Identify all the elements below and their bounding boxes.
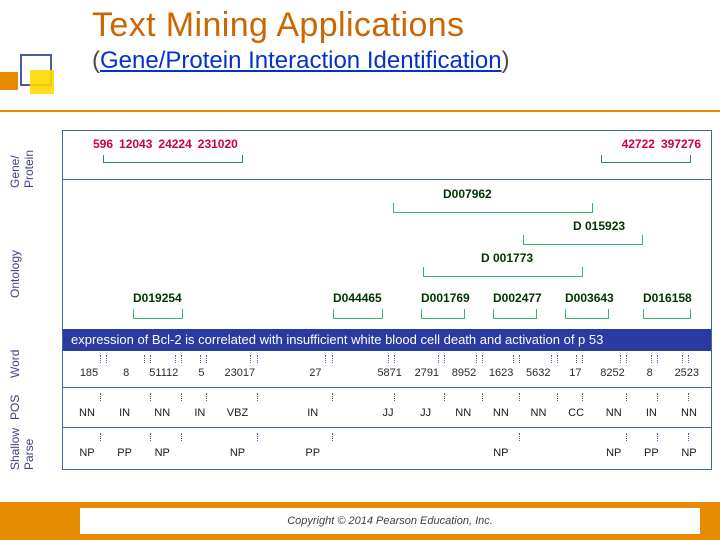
pos-tag-row: NNINNN INVBZIN JJJJNN NNNNCC NNINNN: [75, 407, 701, 419]
row-label-word: Word: [8, 350, 22, 378]
gene-bracket-row: [83, 155, 701, 171]
ontology-code: D044465: [333, 291, 382, 305]
copyright-text: Copyright © 2014 Pearson Education, Inc.: [80, 508, 700, 534]
header-rule: [0, 110, 720, 112]
ontology-code: D 015923: [573, 219, 625, 233]
ontology-code: D007962: [443, 187, 492, 201]
slide-title: Text Mining Applications: [92, 6, 700, 45]
corner-decoration: [0, 42, 54, 96]
row-label-pos: POS: [8, 395, 22, 420]
nlp-diagram: 596 12043 24224 231020 42722 397276 D007…: [62, 130, 712, 470]
ontology-code: D001769: [421, 291, 470, 305]
divider: [63, 387, 711, 388]
gene-id: 397276: [661, 137, 701, 151]
pos-ticks: [75, 393, 701, 405]
gene-id: 596: [93, 137, 113, 151]
gene-id: 24224: [158, 137, 191, 151]
gene-id: 12043: [119, 137, 152, 151]
ontology-bracket: [393, 203, 593, 213]
ontology-code: D 001773: [481, 251, 533, 265]
divider: [63, 427, 711, 428]
ontology-code: D003643: [565, 291, 614, 305]
gene-id: 42722: [622, 137, 655, 151]
footer-bar: Copyright © 2014 Pearson Education, Inc.: [0, 502, 720, 540]
gene-id: 231020: [198, 137, 238, 151]
row-label-ontology: Ontology: [8, 250, 22, 298]
slide-subtitle: (Gene/Protein Interaction Identification…: [92, 47, 700, 75]
parse-tag-row: NPPPNP NPPP NP NPPPNP: [75, 447, 701, 459]
row-label-parse: ShallowParse: [8, 428, 36, 470]
subtitle-link: Gene/Protein Interaction Identification: [100, 47, 502, 74]
ontology-bracket: [423, 267, 583, 277]
parse-ticks: [75, 433, 701, 445]
ontology-bracket: [523, 235, 643, 245]
ontology-code: D016158: [643, 291, 692, 305]
word-id-row: 1858 511125 2301727 58712791 89521623 56…: [75, 367, 701, 379]
divider: [63, 179, 711, 180]
ontology-code: D019254: [133, 291, 182, 305]
ontology-code: D002477: [493, 291, 542, 305]
word-ticks: [75, 355, 701, 367]
gene-id-row: 596 12043 24224 231020 42722 397276: [93, 137, 701, 151]
row-label-gene: Gene/Protein: [8, 150, 36, 188]
slide-header: Text Mining Applications (Gene/Protein I…: [92, 6, 700, 75]
sentence-text: expression of Bcl-2 is correlated with i…: [63, 329, 711, 351]
